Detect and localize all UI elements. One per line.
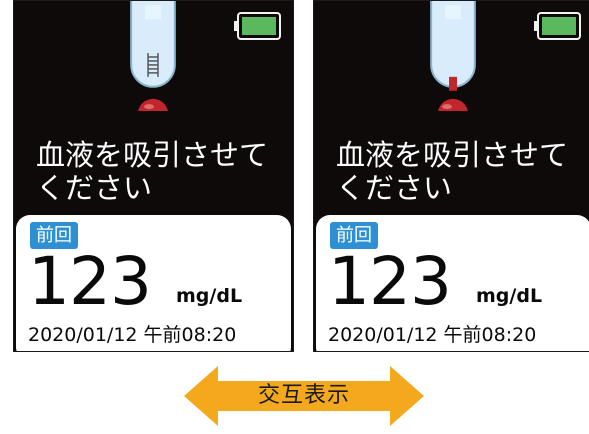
meter-screen-right: 血液を吸引させて ください 前回 123 mg/dL 2020/01/12 午前0… [313,0,589,352]
reading-unit: mg/dL [176,285,243,307]
battery-icon [534,12,581,40]
battery-icon [234,12,281,40]
alternate-display-indicator: 交互表示 [184,366,424,426]
instruction-line-1: 血液を吸引させて [336,138,569,172]
reading-value: 123 [28,243,152,320]
instruction-line-2: ください [36,171,153,205]
instruction-message: 血液を吸引させて ください [36,139,268,205]
previous-reading-card: 前回 123 mg/dL 2020/01/12 午前08:20 [316,215,589,351]
alternate-display-label: 交互表示 [257,383,350,408]
instruction-line-2: ください [336,171,453,205]
instruction-message: 血液を吸引させて ください [336,139,568,205]
instruction-line-1: 血液を吸引させて [36,138,269,172]
previous-reading-card: 前回 123 mg/dL 2020/01/12 午前08:20 [16,215,291,351]
reading-datetime: 2020/01/12 午前08:20 [328,324,537,346]
reading-unit: mg/dL [476,285,543,307]
meter-screen-left: 血液を吸引させて ください 前回 123 mg/dL 2020/01/12 午前0… [13,0,294,352]
reading-datetime: 2020/01/12 午前08:20 [28,324,237,346]
reading-value: 123 [328,243,452,320]
